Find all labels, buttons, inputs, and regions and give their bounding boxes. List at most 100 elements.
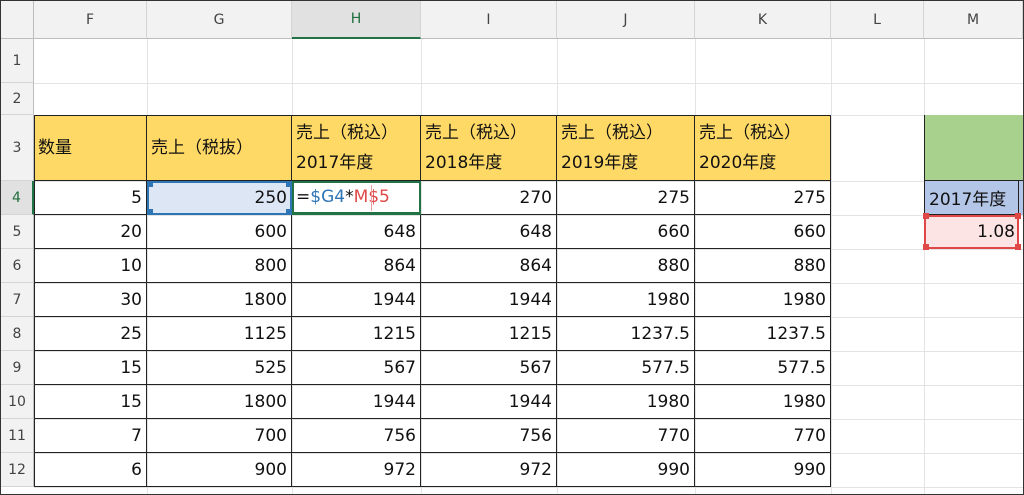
- table-cell[interactable]: 1944: [421, 283, 557, 317]
- table-cell[interactable]: 5: [34, 181, 147, 215]
- table-cell[interactable]: 1944: [292, 385, 421, 419]
- selection-handle[interactable]: [286, 181, 292, 187]
- table-cell[interactable]: 1944: [421, 385, 557, 419]
- table-cell[interactable]: 756: [292, 419, 421, 453]
- table-cell[interactable]: 990: [557, 453, 695, 487]
- table-header-cell[interactable]: 売上（税込） 2019年度: [557, 115, 695, 181]
- column-header-l[interactable]: L: [831, 1, 924, 39]
- column-header-j[interactable]: J: [557, 1, 695, 39]
- row-header-2[interactable]: 2: [1, 83, 34, 115]
- table-cell[interactable]: 275: [557, 181, 695, 215]
- table-cell[interactable]: 25: [34, 317, 147, 351]
- table-cell[interactable]: 1800: [147, 385, 292, 419]
- table-cell[interactable]: 660: [695, 215, 831, 249]
- table-cell[interactable]: 700: [147, 419, 292, 453]
- table-cell[interactable]: 1215: [292, 317, 421, 351]
- table-cell[interactable]: 1980: [557, 385, 695, 419]
- side-table-value-cell[interactable]: 1.08: [924, 215, 1019, 249]
- table-cell[interactable]: 6: [34, 453, 147, 487]
- row-header-1[interactable]: 1: [1, 39, 34, 83]
- column-header-g[interactable]: G: [147, 1, 292, 39]
- table-cell[interactable]: 1980: [695, 385, 831, 419]
- header-line-2: 2018年度: [425, 152, 503, 173]
- column-header-h[interactable]: H: [292, 1, 421, 39]
- table-cell[interactable]: 880: [557, 249, 695, 283]
- table-cell[interactable]: 972: [421, 453, 557, 487]
- row-header-3[interactable]: 3: [1, 115, 34, 181]
- table-cell[interactable]: 648: [292, 215, 421, 249]
- selection-handle[interactable]: [147, 209, 153, 215]
- table-cell[interactable]: 270: [421, 181, 557, 215]
- table-cell[interactable]: 1980: [557, 283, 695, 317]
- table-cell[interactable]: 1215: [421, 317, 557, 351]
- table-cell[interactable]: 20: [34, 215, 147, 249]
- row-header-6[interactable]: 6: [1, 249, 34, 283]
- side-table-header-next[interactable]: [1019, 181, 1023, 215]
- formula-cursor-marker: [371, 185, 372, 211]
- table-header-cell[interactable]: 売上（税抜）: [147, 115, 292, 181]
- table-cell[interactable]: 864: [421, 249, 557, 283]
- table-cell[interactable]: 7: [34, 419, 147, 453]
- row-gridline: [34, 487, 1023, 488]
- selection-handle[interactable]: [147, 181, 153, 187]
- formula-edit-cell[interactable]: =$G4*M$5: [292, 181, 421, 215]
- table-cell[interactable]: 30: [34, 283, 147, 317]
- selection-handle[interactable]: [286, 209, 292, 215]
- header-line-1: 売上（税込）: [699, 122, 801, 143]
- table-cell[interactable]: 15: [34, 351, 147, 385]
- selection-handle[interactable]: [923, 244, 929, 250]
- table-cell[interactable]: 1237.5: [557, 317, 695, 351]
- table-cell[interactable]: 660: [557, 215, 695, 249]
- table-cell[interactable]: 1125: [147, 317, 292, 351]
- side-table-top-cell[interactable]: [924, 115, 1023, 181]
- row-header-11[interactable]: 11: [1, 419, 34, 453]
- column-header-f[interactable]: F: [34, 1, 147, 39]
- table-cell[interactable]: 567: [292, 351, 421, 385]
- side-table-header[interactable]: 2017年度: [924, 181, 1019, 215]
- selection-handle[interactable]: [923, 213, 929, 219]
- row-header-9[interactable]: 9: [1, 351, 34, 385]
- table-header-cell[interactable]: 数量: [34, 115, 147, 181]
- column-header-i[interactable]: I: [421, 1, 557, 39]
- table-cell[interactable]: 525: [147, 351, 292, 385]
- row-header-12[interactable]: 12: [1, 453, 34, 487]
- row-header-4[interactable]: 4: [1, 181, 34, 215]
- column-header-k[interactable]: K: [695, 1, 831, 39]
- table-cell[interactable]: 990: [695, 453, 831, 487]
- table-header-cell[interactable]: 売上（税込） 2018年度: [421, 115, 557, 181]
- row-header-7[interactable]: 7: [1, 283, 34, 317]
- formula-token-op: *: [345, 186, 354, 207]
- row-header-10[interactable]: 10: [1, 385, 34, 419]
- select-all-corner[interactable]: [1, 1, 34, 39]
- table-cell[interactable]: 900: [147, 453, 292, 487]
- table-cell[interactable]: 648: [421, 215, 557, 249]
- table-cell[interactable]: 577.5: [695, 351, 831, 385]
- table-cell[interactable]: 756: [421, 419, 557, 453]
- table-cell[interactable]: 880: [695, 249, 831, 283]
- table-cell[interactable]: 864: [292, 249, 421, 283]
- table-cell[interactable]: 577.5: [557, 351, 695, 385]
- selection-handle[interactable]: [1015, 213, 1021, 219]
- table-cell[interactable]: 10: [34, 249, 147, 283]
- row-gridline: [34, 83, 1023, 84]
- table-cell[interactable]: 600: [147, 215, 292, 249]
- row-header-8[interactable]: 8: [1, 317, 34, 351]
- table-cell[interactable]: 275: [695, 181, 831, 215]
- table-cell[interactable]: 250: [147, 181, 292, 215]
- table-cell[interactable]: 1800: [147, 283, 292, 317]
- table-header-cell[interactable]: 売上（税込） 2020年度: [695, 115, 831, 181]
- table-header-cell[interactable]: 売上（税込） 2017年度: [292, 115, 421, 181]
- table-cell[interactable]: 15: [34, 385, 147, 419]
- table-cell[interactable]: 770: [557, 419, 695, 453]
- table-cell[interactable]: 972: [292, 453, 421, 487]
- table-cell[interactable]: 1944: [292, 283, 421, 317]
- column-header-m[interactable]: M: [924, 1, 1023, 39]
- table-cell[interactable]: 800: [147, 249, 292, 283]
- selection-handle[interactable]: [1015, 244, 1021, 250]
- table-cell[interactable]: 770: [695, 419, 831, 453]
- row-header-5[interactable]: 5: [1, 215, 34, 249]
- table-cell[interactable]: 1237.5: [695, 317, 831, 351]
- table-cell[interactable]: 1980: [695, 283, 831, 317]
- table-cell[interactable]: 567: [421, 351, 557, 385]
- spreadsheet-grid[interactable]: F G H I J K L M 1 2 3 4 5 6 7 8 9 10 11 12 数量 売上（税抜） 売上（税込） 201…: [0, 0, 1024, 495]
